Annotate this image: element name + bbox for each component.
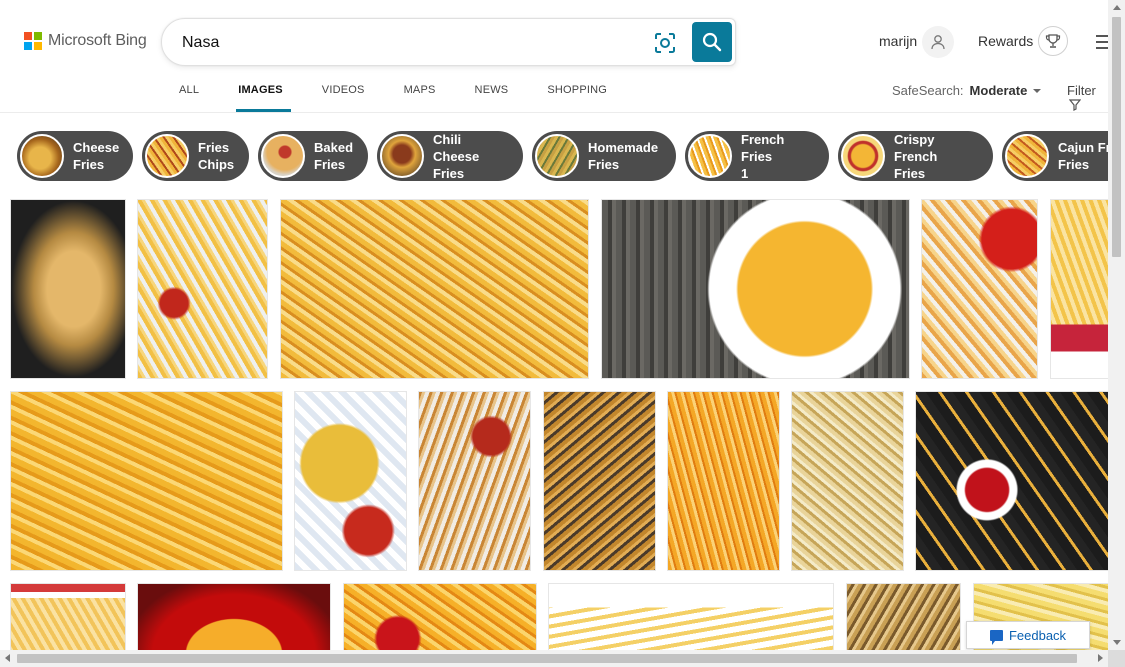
menu-icon[interactable] [1096,35,1108,49]
scrollbar-thumb[interactable] [17,654,1077,663]
scroll-up-icon[interactable] [1113,5,1121,10]
related-search-pill[interactable]: Crispy French Fries [838,131,993,181]
image-result[interactable] [1050,199,1108,379]
scroll-down-icon[interactable] [1113,640,1121,645]
image-result[interactable] [601,199,910,379]
scroll-left-icon[interactable] [5,654,10,662]
avatar[interactable] [922,26,954,58]
image-result[interactable] [418,391,531,571]
image-result[interactable] [543,391,656,571]
person-icon [931,35,945,50]
scroll-right-icon[interactable] [1098,654,1103,662]
image-result[interactable] [10,199,126,379]
bing-logo[interactable]: Microsoft Bing [24,32,147,50]
tab-images[interactable]: IMAGES [236,78,291,112]
related-search-pill[interactable]: French Fries 1 [685,131,829,181]
feedback-button[interactable]: Feedback [966,621,1090,649]
image-result[interactable] [137,583,331,650]
related-search-pill[interactable]: Cheese Fries [17,131,133,181]
scrollbar-thumb[interactable] [1112,17,1121,257]
related-search-pill[interactable]: Chili Cheese Fries [377,131,523,181]
image-result[interactable] [548,583,834,650]
tab-shopping[interactable]: SHOPPING [547,78,607,112]
image-result[interactable] [10,583,126,650]
rewards-button[interactable] [1038,26,1068,56]
image-result[interactable] [846,583,961,650]
chat-icon [989,629,1003,645]
vertical-tabs: ALL IMAGES VIDEOS MAPS NEWS SHOPPING [179,78,646,112]
search-box [161,18,736,66]
user-name[interactable]: marijn [879,33,917,49]
safesearch-value: Moderate [969,83,1028,98]
image-result[interactable] [137,199,268,379]
tab-maps[interactable]: MAPS [404,78,436,112]
visual-search-icon[interactable] [654,32,676,54]
tab-all[interactable]: ALL [179,78,199,112]
thumbnail-image [20,134,64,178]
chevron-down-icon [1033,89,1042,93]
search-button[interactable] [692,22,732,62]
tab-news[interactable]: NEWS [475,78,509,112]
filter-button[interactable]: Filter [1067,83,1108,113]
image-results-grid [0,197,1108,650]
search-icon [702,32,722,52]
scrollbar-corner [1108,650,1125,667]
filter-label: Filter [1067,83,1096,98]
image-result[interactable] [921,199,1038,379]
search-input[interactable] [182,31,622,55]
safesearch-label: SafeSearch: [892,83,964,98]
tab-videos[interactable]: VIDEOS [322,78,365,112]
microsoft-logo-icon [24,32,42,50]
related-search-pill[interactable]: Homemade Fries [532,131,676,181]
image-result[interactable] [667,391,780,571]
thumbnail-image [380,134,424,178]
thumbnail-image [1005,134,1049,178]
image-result[interactable] [10,391,283,571]
header: Microsoft Bing marijn Rewards [0,0,1108,113]
image-result[interactable] [294,391,407,571]
filter-icon [1068,99,1082,111]
thumbnail-image [688,134,732,178]
thumbnail-image [535,134,579,178]
image-result[interactable] [791,391,904,571]
related-search-pill[interactable]: Fries Chips [142,131,249,181]
image-result[interactable] [915,391,1108,571]
logo-text: Microsoft Bing [48,32,147,49]
image-result[interactable] [280,199,589,379]
thumbnail-image [841,134,885,178]
related-searches: Cheese Fries Fries Chips Baked Fries Chi… [0,113,1108,197]
horizontal-scrollbar[interactable] [0,650,1108,667]
feedback-label: Feedback [1008,627,1067,643]
related-search-pill[interactable]: Baked Fries [258,131,368,181]
safesearch-dropdown[interactable]: SafeSearch: Moderate [892,83,1042,98]
related-search-pill[interactable]: Cajun Fre Fries [1002,131,1108,181]
thumbnail-image [261,134,305,178]
rewards-link[interactable]: Rewards [978,33,1033,49]
thumbnail-image [145,134,189,178]
trophy-icon [1045,34,1061,48]
image-result[interactable] [343,583,537,650]
vertical-scrollbar[interactable] [1108,0,1125,650]
